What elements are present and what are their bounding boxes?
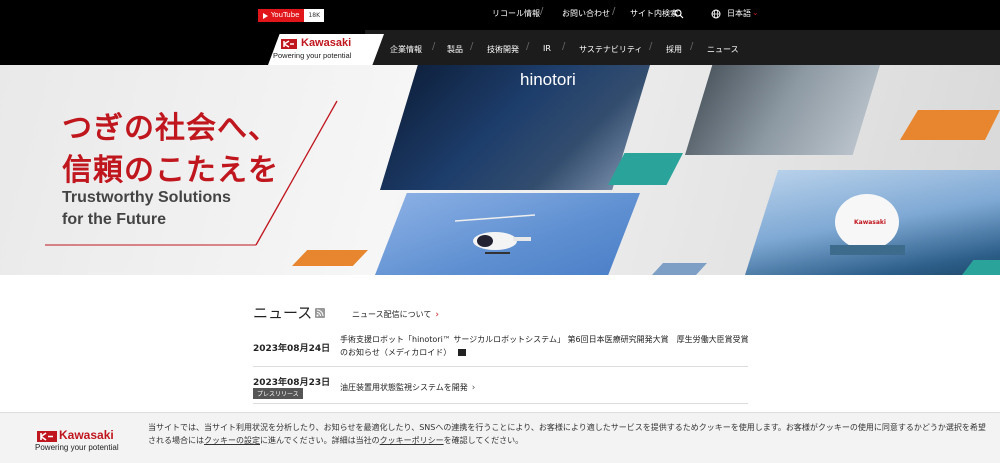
divider: [253, 403, 748, 404]
divider: /: [649, 41, 653, 52]
nav-sustainability[interactable]: サステナビリティ: [579, 44, 642, 55]
cookie-settings-link[interactable]: クッキーの設定: [204, 436, 260, 445]
news-item-title: 手術支援ロボット「hinotori™ サージカルロボットシステム」 第6回日本医…: [340, 335, 749, 357]
chevron-right-icon: ›: [471, 383, 476, 393]
rss-icon[interactable]: [315, 308, 325, 318]
nav-company[interactable]: 企業情報: [390, 44, 422, 55]
nav-products[interactable]: 製品: [447, 44, 463, 55]
divider: [253, 366, 748, 367]
chevron-right-icon: ›: [435, 310, 439, 320]
nav-ir[interactable]: IR: [543, 44, 551, 53]
news-item-title: 油圧装置用状態監視システムを開発: [340, 383, 468, 392]
press-release-badge: プレスリリース: [253, 388, 303, 399]
youtube-label: YouTube: [271, 11, 300, 19]
divider: /: [612, 6, 616, 17]
nav-recruit[interactable]: 採用: [666, 44, 682, 55]
news-feed-label: ニュース配信について: [352, 310, 432, 319]
news-date: 2023年08月23日: [253, 378, 331, 388]
news-date: 2023年08月24日: [253, 344, 331, 354]
external-link-icon: [457, 349, 466, 356]
cookie-text-part: に進んでください。詳細は当社の: [260, 436, 380, 445]
cookie-brand-name: Kawasaki: [59, 428, 114, 442]
hero-red-divider-line: [45, 100, 338, 246]
divider: /: [470, 41, 474, 52]
youtube-subscriber-count: 18K: [304, 9, 325, 22]
youtube-badge: YouTube: [258, 9, 305, 22]
divider: /: [540, 6, 544, 17]
brand-name: Kawasaki: [301, 37, 352, 49]
cookie-notice-text: 当サイトでは、当サイト利用状況を分析したり、お知らせを最適化したり、SNSへの連…: [148, 421, 988, 447]
brand-tagline: Powering your potential: [273, 51, 352, 60]
cookie-text-part: を確認してください。: [443, 436, 524, 445]
hero-banner[interactable]: hinotori Kawasaki つぎの社会へ、 信頼のこたえを Trustw…: [0, 65, 1000, 275]
news-item-link[interactable]: 手術支援ロボット「hinotori™ サージカルロボットシステム」 第6回日本医…: [340, 333, 752, 359]
language-selector[interactable]: 日本語: [727, 8, 751, 19]
site-search-link[interactable]: サイト内検索: [630, 8, 678, 19]
divider: /: [562, 41, 566, 52]
cookie-brand-tagline: Powering your potential: [35, 443, 119, 452]
play-icon: [263, 12, 268, 19]
chevron-down-icon[interactable]: ⌄: [752, 8, 759, 17]
news-feed-link[interactable]: ニュース配信について ›: [352, 309, 439, 320]
cookie-policy-link[interactable]: クッキーポリシー: [380, 436, 444, 445]
divider: /: [432, 41, 436, 52]
nav-news[interactable]: ニュース: [707, 44, 739, 55]
kawasaki-river-mark-icon: [281, 39, 297, 49]
news-heading: ニュース: [253, 304, 313, 322]
recall-info-link[interactable]: リコール情報: [492, 8, 540, 19]
divider: /: [690, 41, 694, 52]
nav-technology[interactable]: 技術開発: [487, 44, 519, 55]
globe-icon: [711, 9, 721, 19]
divider: /: [526, 41, 530, 52]
contact-link[interactable]: お問い合わせ: [562, 8, 610, 19]
search-icon[interactable]: [674, 9, 684, 19]
news-item-link[interactable]: 油圧装置用状態監視システムを開発 ›: [340, 381, 752, 395]
kawasaki-river-mark-icon: [37, 431, 57, 442]
youtube-link[interactable]: YouTube 18K: [258, 9, 325, 22]
